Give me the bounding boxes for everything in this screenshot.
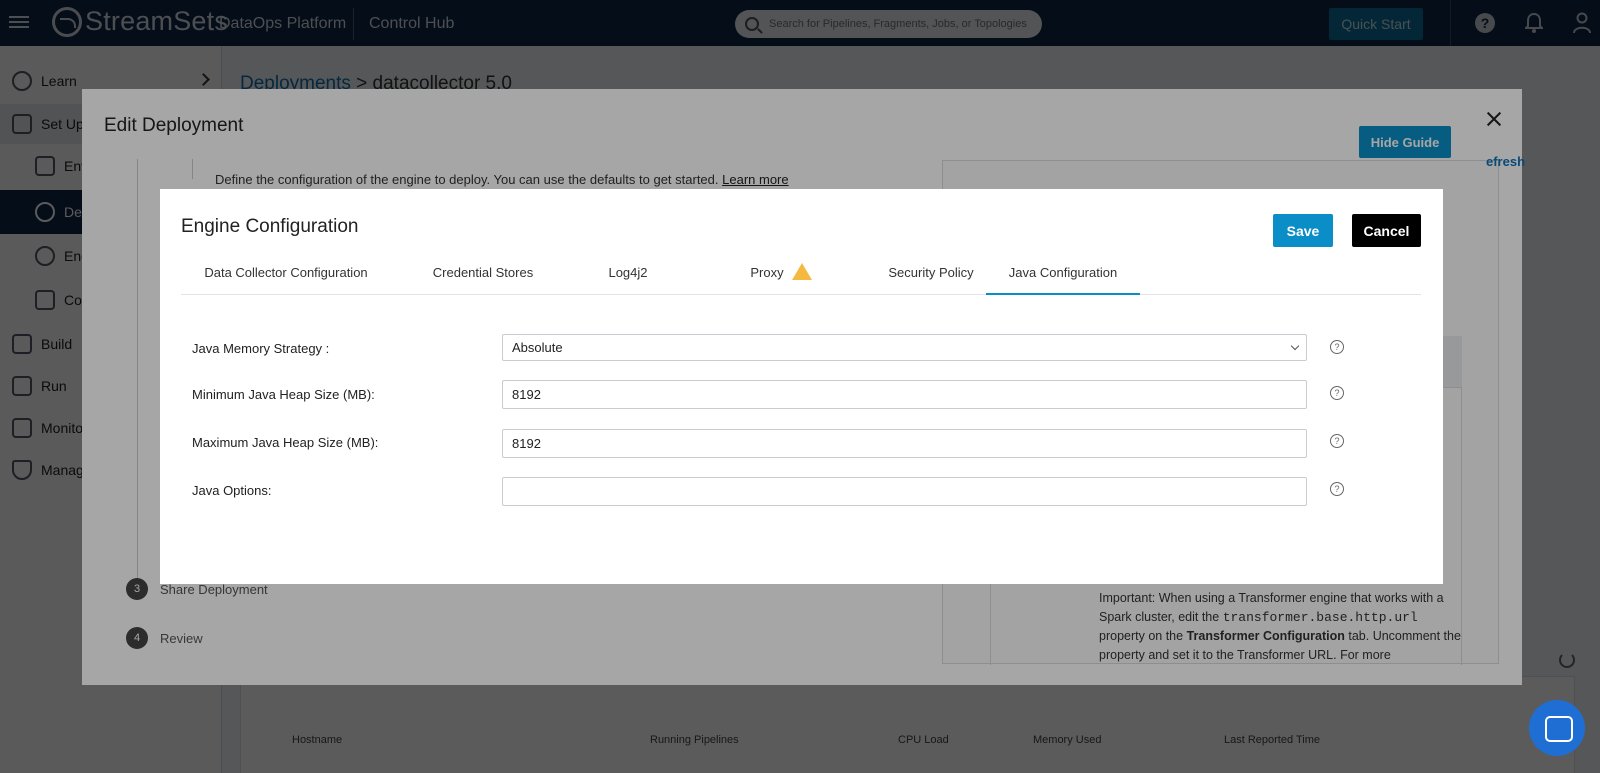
- chevron-down-icon: [1290, 341, 1300, 351]
- help-icon[interactable]: ?: [1330, 340, 1344, 354]
- tab-data-collector-configuration[interactable]: Data Collector Configuration: [181, 251, 391, 295]
- min-heap-size-input[interactable]: [502, 380, 1307, 409]
- config-tabs: Data Collector Configuration Credential …: [181, 251, 1421, 295]
- max-heap-size-input[interactable]: [502, 429, 1307, 458]
- tab-credential-stores[interactable]: Credential Stores: [393, 251, 573, 295]
- select-value: Absolute: [512, 340, 563, 355]
- save-button[interactable]: Save: [1273, 214, 1333, 247]
- help-icon[interactable]: ?: [1330, 434, 1344, 448]
- java-options-input[interactable]: [502, 477, 1307, 506]
- warning-icon: [791, 263, 812, 280]
- chat-icon[interactable]: [1529, 700, 1585, 756]
- java-options-label: Java Options:: [192, 483, 272, 498]
- modal-title: Engine Configuration: [181, 216, 359, 237]
- engine-configuration-modal: Engine Configuration Save Cancel Data Co…: [160, 189, 1443, 584]
- help-icon[interactable]: ?: [1330, 386, 1344, 400]
- java-memory-strategy-select[interactable]: Absolute: [502, 334, 1307, 361]
- help-icon[interactable]: ?: [1330, 482, 1344, 496]
- tab-java-configuration[interactable]: Java Configuration: [986, 251, 1140, 295]
- max-heap-size-label: Maximum Java Heap Size (MB):: [192, 435, 379, 450]
- java-memory-strategy-label: Java Memory Strategy :: [192, 341, 330, 356]
- cancel-button[interactable]: Cancel: [1352, 214, 1421, 247]
- min-heap-size-label: Minimum Java Heap Size (MB):: [192, 387, 375, 402]
- tab-label: Proxy: [750, 265, 784, 280]
